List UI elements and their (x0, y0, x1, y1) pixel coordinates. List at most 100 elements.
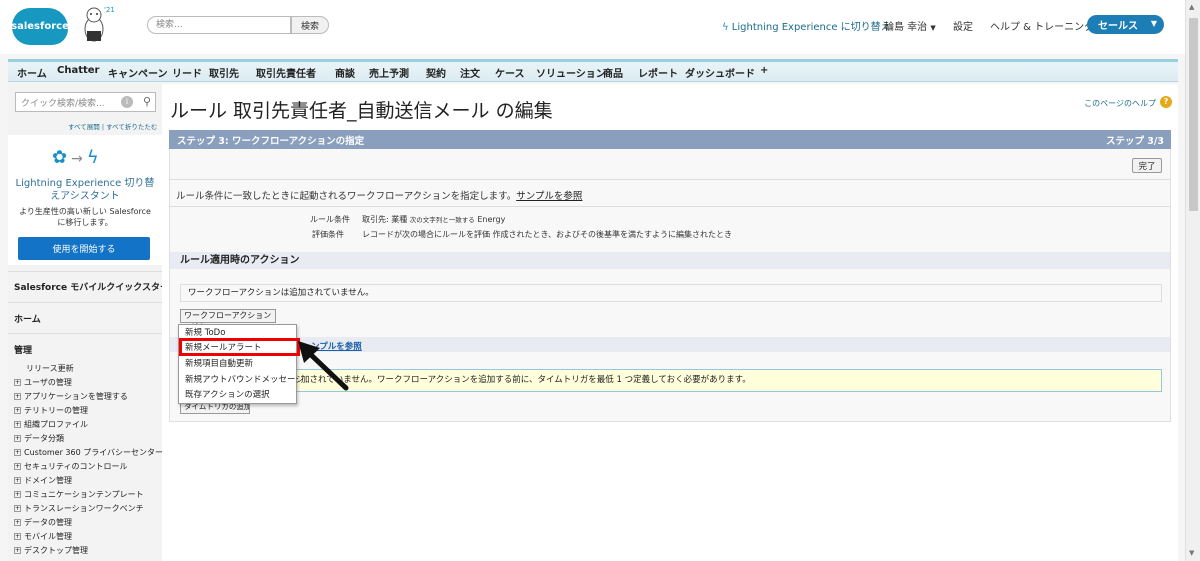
menu-item-select-existing[interactable]: 既存アクションの選択 (179, 388, 296, 403)
tab-cases[interactable]: ケース (495, 65, 525, 80)
step-count: ステップ 3/3 (1106, 136, 1164, 147)
add-action-dropdown-menu: 新規 ToDo 新規メールアラート 新規項目自動更新 新規アウトバウンドメッセー… (178, 324, 304, 404)
tab-orders[interactable]: 注文 (460, 65, 480, 80)
scroll-down-icon[interactable]: ▼ (1189, 549, 1194, 557)
sidebar-item-data[interactable]: + データの管理 (14, 517, 72, 528)
collapse-all-link[interactable]: すべて折りたたむ (106, 123, 157, 131)
eval-criteria-label: 評価条件 (312, 230, 344, 239)
sidebar-item-desktop[interactable]: + デスクトップ管理 (14, 545, 88, 556)
sidebar-item-translation[interactable]: + トランスレーションワークベンチ (14, 503, 144, 514)
menu-item-new-outbound-message[interactable]: 新規アウトバウンドメッセージ (179, 373, 304, 388)
sidebar-item-templates[interactable]: + コミュニケーションテンプレート (14, 489, 144, 500)
get-started-button[interactable]: 使用を開始する (18, 237, 150, 260)
expand-icon[interactable]: + (14, 449, 21, 456)
salesforce-logo[interactable]: salesforce (11, 8, 69, 45)
step-header: ステップ 3: ワークフローアクションの指定 ステップ 3/3 (169, 130, 1171, 149)
expand-all-link[interactable]: すべて展開 (68, 123, 100, 131)
search-icon[interactable]: ⚲ (143, 95, 151, 108)
tab-add[interactable]: + (760, 65, 768, 76)
divider (170, 179, 1170, 180)
menu-item-new-field-update[interactable]: 新規項目自動更新 (179, 357, 296, 372)
sidebar-item-privacy-center[interactable]: + Customer 360 プライバシーセンター (14, 447, 163, 458)
tab-forecasts[interactable]: 売上予測 (369, 65, 409, 80)
expand-icon[interactable]: + (14, 505, 21, 512)
highlight-annotation (179, 338, 300, 356)
page-scrollbar[interactable]: ▲ ▼ (1185, 0, 1200, 561)
instruction-text: ルール条件に一致したときに起動されるワークフローアクションを指定します。サンプル… (176, 191, 583, 202)
sample-link[interactable]: サンプルを参照 (516, 191, 582, 202)
sidebar-item-users[interactable]: + ユーザの管理 (14, 377, 72, 388)
tab-products[interactable]: 商品 (603, 65, 623, 80)
tab-contracts[interactable]: 契約 (426, 65, 446, 80)
sidebar-mobile-quickstart[interactable]: Salesforce モバイルクイックスタート (14, 280, 178, 293)
svg-text:'21: '21 (104, 6, 114, 14)
scroll-thumb[interactable] (1189, 18, 1198, 211)
help-training-link[interactable]: ヘルプ & トレーニング (990, 18, 1094, 33)
header: salesforce '21 検索... 検索 ϟ Lightning Expe… (0, 0, 1185, 54)
done-button[interactable]: 完了 (1132, 158, 1162, 173)
step-title: ステップ 3: ワークフローアクションの指定 (177, 136, 365, 147)
main-content: ルール 取引先責任者_自動送信メール の編集 このページのヘルプ ? ステップ … (162, 84, 1178, 561)
global-search-button[interactable]: 検索 (291, 16, 329, 34)
tab-dashboards[interactable]: ダッシュボード (685, 65, 755, 80)
divider (8, 302, 162, 303)
expand-icon[interactable]: + (14, 435, 21, 442)
setup-link[interactable]: 設定 (953, 18, 973, 33)
sidebar-item-mobile[interactable]: + モバイル管理 (14, 531, 72, 542)
expand-icon[interactable]: + (14, 491, 21, 498)
user-menu[interactable]: 輪島 幸治 ▼ (884, 18, 936, 33)
rule-condition-value: 取引先: 業種 次の文字列と一致する Energy (362, 215, 506, 224)
page-help-link[interactable]: このページのヘルプ (1084, 98, 1156, 109)
help-icon[interactable]: ? (1160, 96, 1172, 108)
expand-icon[interactable]: + (14, 519, 21, 526)
expand-icon[interactable]: + (14, 547, 21, 554)
tab-leads[interactable]: リード (172, 65, 202, 80)
expand-icon[interactable]: + (14, 379, 21, 386)
sidebar-home[interactable]: ホーム (14, 312, 41, 325)
arrow-right-icon: → (71, 151, 83, 167)
expand-icon[interactable]: + (14, 533, 21, 540)
migration-icons: ✿ → ϟ (52, 147, 99, 168)
info-icon[interactable]: i (121, 96, 133, 108)
tab-contacts[interactable]: 取引先責任者 (256, 65, 316, 80)
global-search-input[interactable]: 検索... (147, 16, 291, 34)
lightning-bolt-icon: ϟ (86, 147, 99, 168)
lightning-assistant-title: Lightning Experience 切り替えアシスタント (15, 178, 155, 202)
lightning-assistant-card: ✿ → ϟ Lightning Experience 切り替えアシスタント より生産… (8, 135, 162, 265)
tab-solutions[interactable]: ソリューション (536, 65, 606, 80)
timed-warning-message: 加されていません。ワークフローアクションを追加する前に、タイムトリガを最低 1 … (295, 369, 1162, 392)
sidebar-item-security[interactable]: + セキュリティのコントロール (14, 461, 128, 472)
sidebar-item-domains[interactable]: + ドメイン管理 (14, 475, 72, 486)
chevron-down-icon: ▼ (1150, 19, 1157, 28)
expand-icon[interactable]: + (14, 393, 21, 400)
eval-criteria-value: レコードが次の場合にルールを評価 作成されたとき、およびその後基準を満たすように… (362, 230, 732, 239)
app-switcher[interactable]: セールス ▼ (1087, 15, 1164, 34)
immediate-actions-header: ルール適用時のアクション (170, 252, 1170, 269)
sidebar-item-company-profile[interactable]: + 組織プロファイル (14, 419, 88, 430)
page-title: ルール 取引先責任者_自動送信メール の編集 (170, 100, 553, 122)
lightning-switch-link[interactable]: ϟ Lightning Experience に切り替え (722, 18, 891, 33)
sidebar-release-update[interactable]: リリース更新 (26, 363, 74, 374)
no-actions-message: ワークフローアクションは追加されていません。 (180, 284, 1162, 302)
tab-accounts[interactable]: 取引先 (209, 65, 239, 80)
expand-icon[interactable]: + (14, 463, 21, 470)
arrow-annotation-icon (298, 341, 349, 391)
sidebar-item-territories[interactable]: + テリトリーの管理 (14, 405, 88, 416)
expand-icon[interactable]: + (14, 477, 21, 484)
tab-bar: ホーム Chatter キャンペーン リード 取引先 取引先責任者 商談 売上予… (8, 59, 1178, 82)
sidebar-admin-header: 管理 (14, 346, 33, 356)
expand-icon[interactable]: + (14, 407, 21, 414)
scroll-up-icon[interactable]: ▲ (1189, 3, 1194, 11)
tab-chatter[interactable]: Chatter (57, 65, 99, 76)
add-workflow-action-button[interactable]: ワークフローアクションの追加 ▼ (180, 309, 276, 332)
tab-reports[interactable]: レポート (638, 65, 678, 80)
tab-opportunities[interactable]: 商談 (335, 65, 355, 80)
sidebar-item-data-classification[interactable]: + データ分類 (14, 433, 64, 444)
divider (170, 206, 1170, 207)
quick-search-input[interactable]: クイック検索/検索... i ⚲ (15, 92, 156, 112)
tab-campaigns[interactable]: キャンペーン (108, 65, 168, 80)
tab-home[interactable]: ホーム (17, 65, 47, 80)
sidebar-item-apps[interactable]: + アプリケーションを管理する (14, 391, 128, 402)
expand-icon[interactable]: + (14, 421, 21, 428)
divider (8, 333, 162, 334)
